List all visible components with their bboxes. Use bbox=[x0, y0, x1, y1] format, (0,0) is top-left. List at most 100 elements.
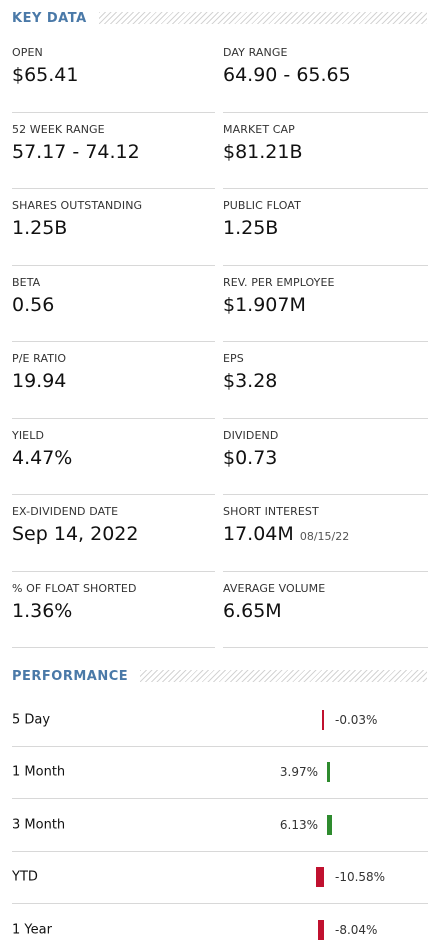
key-data-cell: DAY RANGE 64.90 - 65.65 bbox=[223, 36, 428, 113]
key-data-value-text: 6.65M bbox=[223, 599, 282, 622]
key-data-label: AVERAGE VOLUME bbox=[223, 581, 326, 595]
key-data-row: SHARES OUTSTANDING 1.25B PUBLIC FLOAT 1.25B bbox=[12, 189, 428, 266]
key-data-label: OPEN bbox=[12, 46, 43, 59]
performance-bar bbox=[327, 762, 331, 783]
key-data-label: MARKET CAP bbox=[223, 122, 295, 136]
key-data-value: $1.907M bbox=[223, 294, 306, 316]
key-data-cell: SHARES OUTSTANDING 1.25B bbox=[12, 189, 215, 266]
key-data-value: 64.90 - 65.65 bbox=[223, 64, 351, 86]
performance-value: 6.13% bbox=[279, 817, 318, 832]
key-data-value: $65.41 bbox=[12, 64, 78, 86]
performance-period: 1 Year bbox=[12, 922, 52, 938]
key-data-row: OPEN $65.41 DAY RANGE 64.90 - 65.65 bbox=[12, 36, 428, 113]
key-data-value: $3.28 bbox=[223, 370, 277, 392]
performance-value: 3.97% bbox=[279, 765, 318, 780]
divider bbox=[223, 647, 428, 648]
key-data-value-text: 19.94 bbox=[12, 370, 67, 392]
key-data-cell: PUBLIC FLOAT 1.25B bbox=[223, 189, 428, 266]
key-data-cell: OPEN $65.41 bbox=[12, 36, 215, 113]
key-data-cell: BETA 0.56 bbox=[12, 266, 215, 342]
key-data-label: PUBLIC FLOAT bbox=[223, 199, 301, 212]
performance-bar bbox=[315, 867, 324, 888]
performance-table: 5 Day -0.03% 1 Month 3.97% 3 Month 6.13% YTD -1… bbox=[12, 694, 428, 952]
key-data-label: P/E RATIO bbox=[12, 352, 67, 365]
key-data-cell: REV. PER EMPLOYEE $1.907M bbox=[223, 266, 428, 342]
key-data-value-text: $0.73 bbox=[223, 446, 278, 469]
key-data-cell: YIELD 4.47% bbox=[12, 419, 215, 495]
key-data-label: SHORT INTEREST bbox=[223, 505, 319, 518]
key-data-label: DAY RANGE bbox=[223, 46, 288, 59]
performance-value: -8.04% bbox=[335, 923, 378, 938]
key-data-cell: P/E RATIO 19.94 bbox=[12, 342, 215, 419]
key-data-cell: AVERAGE VOLUME 6.65M bbox=[223, 572, 428, 648]
key-data-grid: OPEN $65.41 DAY RANGE 64.90 - 65.65 52 WEEK … bbox=[12, 36, 428, 648]
key-data-value-text: 0.56 bbox=[12, 293, 55, 316]
key-data-cell: EX-DIVIDEND DATE Sep 14, 2022 bbox=[12, 495, 215, 572]
key-data-value: $81.21B bbox=[223, 141, 303, 163]
key-data-cell: 52 WEEK RANGE 57.17 - 74.12 bbox=[12, 113, 215, 189]
performance-period: 5 Day bbox=[12, 712, 51, 728]
key-data-value-text: 1.25B bbox=[223, 217, 279, 239]
key-data-value: 57.17 - 74.12 bbox=[12, 141, 140, 163]
key-data-value: 1.36% bbox=[12, 600, 72, 622]
key-data-value: $0.73 bbox=[223, 447, 277, 469]
key-data-header: KEY DATA bbox=[12, 8, 427, 28]
performance-period: 1 Month bbox=[12, 764, 66, 780]
performance-value: -10.58% bbox=[335, 870, 386, 885]
performance-bar bbox=[327, 814, 332, 835]
key-data-value-text: Sep 14, 2022 bbox=[12, 523, 139, 545]
key-data-sub-date: 08/15/22 bbox=[299, 530, 350, 543]
key-data-value-text: 57.17 - 74.12 bbox=[12, 140, 140, 163]
key-data-value-text: 1.25B bbox=[12, 217, 68, 239]
key-data-value-text: $65.41 bbox=[12, 64, 79, 86]
performance-row: 1 Month 3.97% bbox=[12, 747, 428, 799]
key-data-row: YIELD 4.47% DIVIDEND $0.73 bbox=[12, 419, 428, 495]
performance-value: -0.03% bbox=[335, 712, 378, 727]
divider bbox=[12, 647, 215, 648]
key-data-value: 19.94 bbox=[12, 370, 66, 392]
key-data-label: DIVIDEND bbox=[223, 428, 279, 442]
performance-bar bbox=[322, 709, 324, 730]
performance-period: 3 Month bbox=[12, 817, 66, 833]
key-data-cell: EPS $3.28 bbox=[223, 342, 428, 419]
performance-title: PERFORMANCE bbox=[12, 668, 129, 684]
key-data-value-text: 1.36% bbox=[12, 599, 73, 622]
performance-row: 3 Month 6.13% bbox=[12, 799, 428, 852]
key-data-label: YIELD bbox=[12, 428, 45, 442]
key-data-cell: DIVIDEND $0.73 bbox=[223, 419, 428, 495]
key-data-value: Sep 14, 2022 bbox=[12, 523, 138, 545]
performance-row: YTD -10.58% bbox=[12, 852, 428, 904]
key-data-row: P/E RATIO 19.94 EPS $3.28 bbox=[12, 342, 428, 419]
performance-row: 5 Day -0.03% bbox=[12, 694, 428, 747]
key-data-cell: % OF FLOAT SHORTED 1.36% bbox=[12, 572, 215, 648]
header-hatch bbox=[98, 12, 427, 24]
key-data-row: EX-DIVIDEND DATE Sep 14, 2022 SHORT INTERE… bbox=[12, 495, 428, 572]
key-data-value-text: $1.907M bbox=[223, 293, 306, 316]
key-data-value-text: 64.90 - 65.65 bbox=[223, 64, 351, 86]
performance-row: 1 Year -8.04% bbox=[12, 904, 428, 952]
key-data-value-text: $81.21B bbox=[223, 140, 303, 163]
key-data-value: 1.25B bbox=[12, 217, 67, 239]
key-data-row: 52 WEEK RANGE 57.17 - 74.12 MARKET CAP $81.… bbox=[12, 113, 428, 189]
key-data-row: % OF FLOAT SHORTED 1.36% AVERAGE VOLUME 6.6… bbox=[12, 572, 428, 648]
key-data-label: BETA bbox=[12, 275, 41, 289]
key-data-value: 0.56 bbox=[12, 294, 54, 316]
key-data-value: 1.25B bbox=[223, 217, 278, 239]
key-data-label: % OF FLOAT SHORTED bbox=[12, 581, 137, 595]
key-data-title: KEY DATA bbox=[12, 10, 87, 26]
key-data-label: SHARES OUTSTANDING bbox=[12, 199, 143, 212]
key-data-value-text: 17.04M bbox=[223, 523, 294, 545]
key-data-value: 6.65M bbox=[223, 600, 282, 622]
key-data-label: 52 WEEK RANGE bbox=[12, 122, 105, 136]
key-data-cell: MARKET CAP $81.21B bbox=[223, 113, 428, 189]
performance-period: YTD bbox=[12, 869, 38, 885]
performance-header: PERFORMANCE bbox=[12, 666, 427, 686]
header-hatch bbox=[140, 670, 427, 682]
key-data-value-text: $3.28 bbox=[223, 370, 278, 392]
key-data-value: 4.47% bbox=[12, 447, 72, 469]
key-data-value: 17.04M 08/15/22 bbox=[223, 523, 349, 545]
key-data-row: BETA 0.56 REV. PER EMPLOYEE $1.907M bbox=[12, 266, 428, 342]
key-data-cell: SHORT INTEREST 17.04M 08/15/22 bbox=[223, 495, 428, 572]
key-data-label: REV. PER EMPLOYEE bbox=[223, 275, 335, 289]
key-data-label: EX-DIVIDEND DATE bbox=[12, 505, 119, 518]
